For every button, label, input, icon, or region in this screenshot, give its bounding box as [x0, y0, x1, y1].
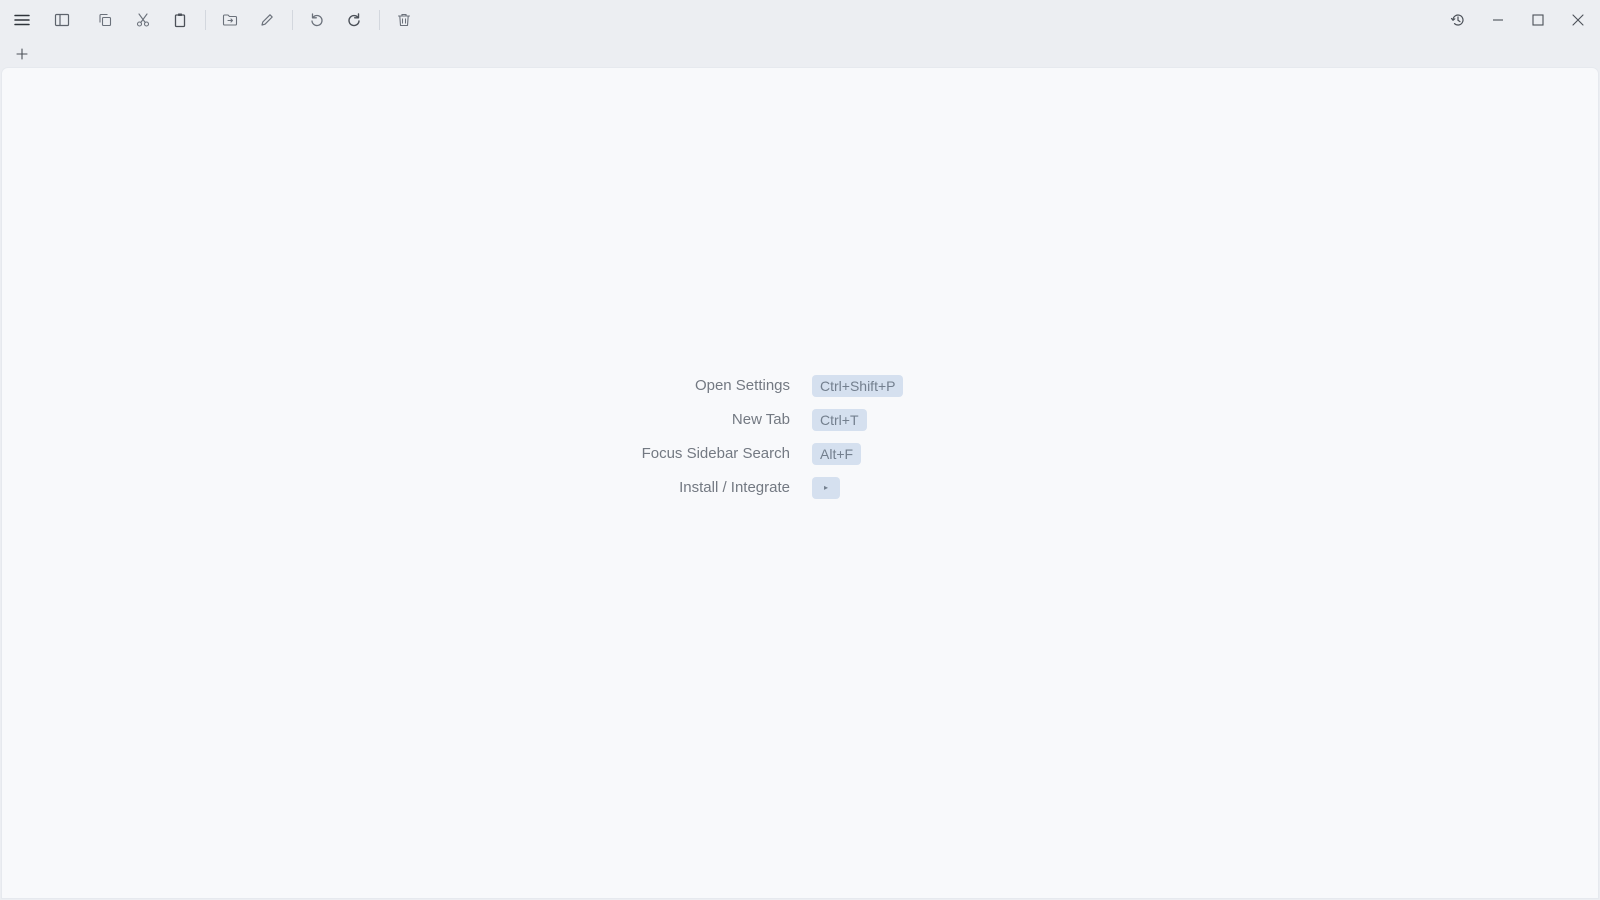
- rename-button[interactable]: [253, 6, 281, 34]
- shortcut-key-badge: ▸: [812, 477, 840, 499]
- shortcut-row-new-tab[interactable]: New Tab Ctrl+T: [2, 409, 1598, 433]
- sidebar-icon: [54, 13, 70, 27]
- toolbar-divider: [205, 10, 206, 30]
- maximize-icon: [1532, 14, 1544, 26]
- hamburger-menu-icon: [14, 14, 30, 26]
- maximize-button[interactable]: [1524, 6, 1552, 34]
- toolbar-divider: [292, 10, 293, 30]
- shortcut-row-focus-sidebar-search[interactable]: Focus Sidebar Search Alt+F: [2, 443, 1598, 467]
- redo-icon: [348, 13, 360, 27]
- delete-button[interactable]: [390, 6, 418, 34]
- paste-button[interactable]: [166, 6, 194, 34]
- shortcut-key-badge: Ctrl+T: [812, 409, 867, 431]
- shortcut-label: Open Settings: [694, 377, 790, 394]
- close-button[interactable]: [1564, 6, 1592, 34]
- minimize-icon: [1493, 19, 1503, 21]
- shortcut-row-install-integrate[interactable]: Install / Integrate ▸: [2, 477, 1598, 501]
- shortcut-label: New Tab: [731, 411, 790, 428]
- shortcut-key-badge: Alt+F: [812, 443, 862, 465]
- history-button[interactable]: [1444, 6, 1472, 34]
- undo-icon: [311, 13, 323, 27]
- copy-icon: [99, 13, 112, 27]
- toolbar: [0, 0, 1600, 40]
- shortcut-label: Install / Integrate: [679, 479, 790, 496]
- toggle-sidebar-button[interactable]: [48, 6, 76, 34]
- scissors-icon: [136, 13, 150, 27]
- plus-icon: [16, 48, 28, 60]
- pencil-icon: [261, 14, 273, 26]
- app-window: Open Settings Ctrl+Shift+P New Tab Ctrl+…: [0, 0, 1600, 900]
- new-tab-button[interactable]: [10, 43, 34, 65]
- shortcut-row-open-settings[interactable]: Open Settings Ctrl+Shift+P: [2, 375, 1598, 399]
- folder-move-icon: [222, 14, 238, 26]
- undo-button[interactable]: [303, 6, 331, 34]
- redo-button[interactable]: [340, 6, 368, 34]
- move-to-folder-button[interactable]: [216, 6, 244, 34]
- toolbar-divider: [379, 10, 380, 30]
- cut-button[interactable]: [129, 6, 157, 34]
- minimize-button[interactable]: [1484, 6, 1512, 34]
- shortcut-key-badge: Ctrl+Shift+P: [812, 375, 904, 397]
- copy-button[interactable]: [91, 6, 119, 34]
- tab-bar: [0, 40, 1600, 68]
- trash-icon: [397, 13, 411, 27]
- close-icon: [1572, 14, 1584, 26]
- history-icon: [1450, 14, 1464, 26]
- main-content-pane: Open Settings Ctrl+Shift+P New Tab Ctrl+…: [2, 68, 1598, 898]
- shortcut-label: Focus Sidebar Search: [641, 445, 790, 462]
- clipboard-icon: [174, 13, 186, 28]
- menu-button[interactable]: [8, 6, 36, 34]
